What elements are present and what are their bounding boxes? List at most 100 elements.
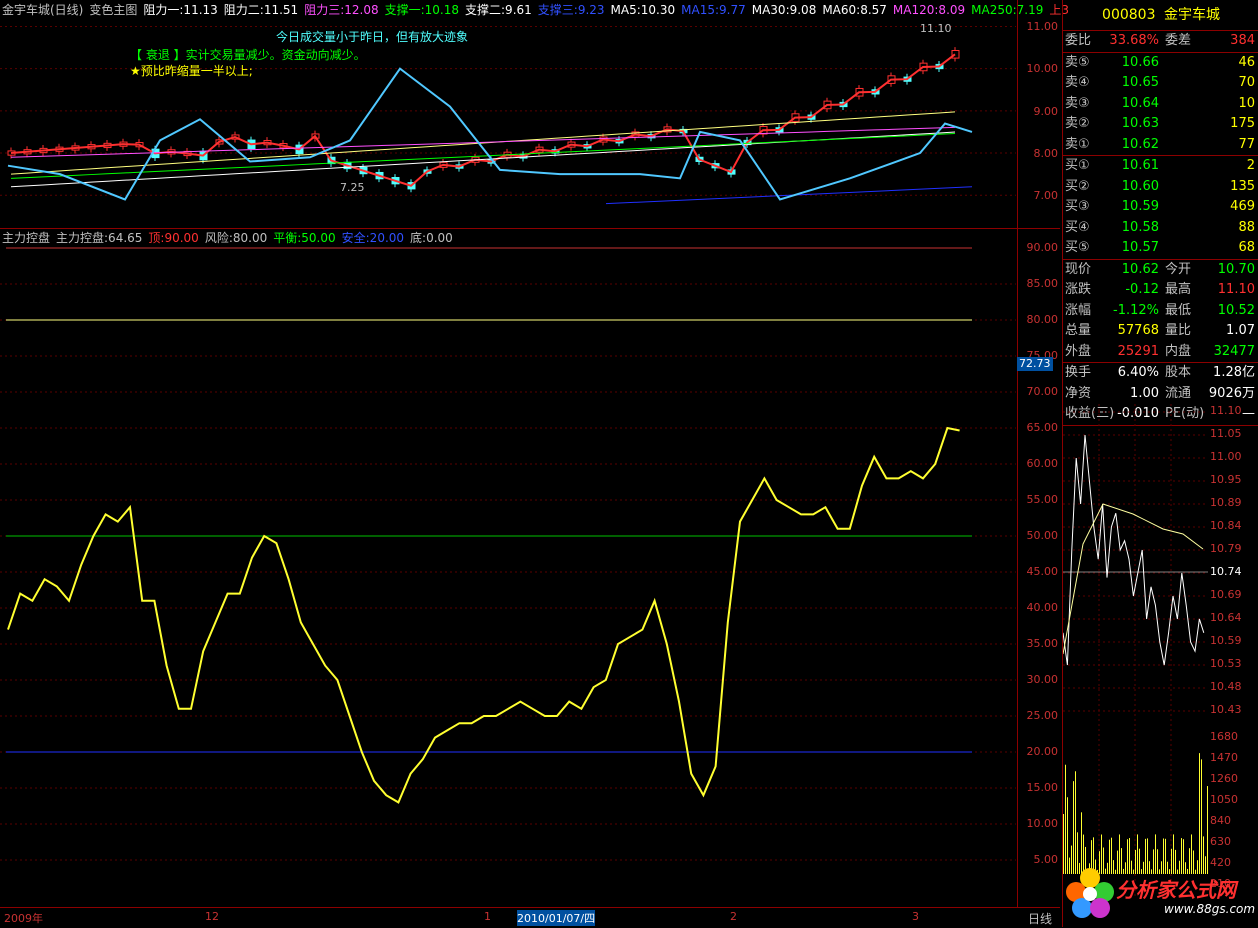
sub-indicator-chart[interactable] <box>0 240 1016 905</box>
main-y-tick: 11.00 <box>1026 20 1059 33</box>
ask-row: 卖⑤ 10.66 46 <box>1063 53 1258 74</box>
ask-row: 卖③ 10.64 10 <box>1063 94 1258 115</box>
stat-label: 换手 <box>1065 365 1092 380</box>
date-axis: 2009年 12 1 2010/01/07/四 2 3 <box>0 907 1060 928</box>
ask-volume: 175 <box>1230 116 1255 131</box>
sub-y-tick: 85.00 <box>1026 277 1059 290</box>
stat-row: 外盘 25291 内盘 32477 <box>1063 342 1258 363</box>
ask-label: 卖② <box>1065 116 1090 131</box>
watermark-url: www.88gs.com <box>1164 902 1256 916</box>
stat-label: 最高 <box>1165 282 1192 297</box>
mini-price-axis: 11.10 11.05 11.00 10.95 10.89 10.84 10.79 10.74… <box>1208 404 1258 734</box>
bid-volume: 135 <box>1230 178 1255 194</box>
sub-y-tick: 90.00 <box>1026 241 1059 254</box>
watermark-title: 分析家公式网 <box>1116 878 1236 902</box>
mini-price-tick: 10.53 <box>1210 657 1242 670</box>
main-y-tick: 8.00 <box>1033 147 1059 160</box>
weicha-label: 委差 <box>1165 33 1192 48</box>
main-indicator-11: MA60:8.57 <box>822 3 887 17</box>
stat-label: 最低 <box>1165 302 1192 318</box>
stat-row: 涨跌 -0.12 最高 11.10 <box>1063 280 1258 301</box>
ask-price: 10.63 <box>1121 116 1159 131</box>
mini-vol-tick: 1050 <box>1210 793 1238 806</box>
stat-label: 总量 <box>1065 323 1092 338</box>
bid-volume: 68 <box>1238 240 1255 255</box>
main-indicator-9: MA15:9.77 <box>681 3 746 17</box>
ask-label: 卖① <box>1065 136 1090 152</box>
bid-label: 买⑤ <box>1065 240 1090 255</box>
flower-logo-icon <box>1066 868 1114 918</box>
sub-y-axis: 90.00 85.00 80.00 75.00 70.00 65.00 60.00 55.00… <box>1017 230 1062 907</box>
volume-bar <box>1199 753 1200 874</box>
bid-row: 买② 10.60 135 <box>1063 177 1258 198</box>
mini-vol-tick: 1260 <box>1210 772 1238 785</box>
stat-value: 10.52 <box>1217 302 1255 318</box>
volume-bar <box>1201 759 1202 874</box>
ask-price: 10.64 <box>1121 95 1159 111</box>
sub-y-tick: 25.00 <box>1026 709 1059 722</box>
oscillator-line <box>7 67 973 201</box>
stat-row: 换手 6.40% 股本 1.28亿 <box>1063 363 1258 384</box>
stat-value: 6.40% <box>1117 365 1159 380</box>
main-indicator-6: 支撑二:9.61 <box>465 3 532 17</box>
stat-value: 1.07 <box>1226 323 1255 338</box>
bid-row: 买① 10.61 2 <box>1063 156 1258 177</box>
sub-y-tick: 50.00 <box>1026 529 1059 542</box>
stat-row: 总量 57768 量比 1.07 <box>1063 321 1258 342</box>
webi-value: 33.68% <box>1109 33 1159 48</box>
ask-label: 卖④ <box>1065 75 1090 90</box>
annotation-line1: 今日成交量小于昨日，但有放大迹象 <box>276 30 469 44</box>
mini-price-tick: 10.48 <box>1210 680 1242 693</box>
bid-price: 10.61 <box>1121 158 1159 173</box>
main-indicator-7: 支撑三:9.23 <box>537 3 605 17</box>
stock-name: 金宇车城 <box>1163 7 1220 23</box>
sub-y-tick: 70.00 <box>1026 385 1059 398</box>
mini-vol-tick: 1470 <box>1210 751 1238 764</box>
mini-vol-tick: 630 <box>1210 835 1231 848</box>
stat-value: 1.00 <box>1130 385 1159 401</box>
main-control-line <box>7 426 960 804</box>
main-y-axis: 11.00 10.00 9.00 8.00 7.00 <box>1017 0 1062 230</box>
ask-label: 卖⑤ <box>1065 54 1090 70</box>
main-y-tick: 9.00 <box>1033 105 1059 118</box>
sub-y-tick: 60.00 <box>1026 457 1059 470</box>
stat-value: 10.62 <box>1121 261 1159 277</box>
bid-label: 买② <box>1065 178 1090 194</box>
mini-price-tick: 10.84 <box>1210 519 1242 532</box>
mini-price-tick: 11.05 <box>1210 427 1242 440</box>
ma-line-yellow <box>10 111 956 175</box>
intraday-mini-chart[interactable] <box>1063 404 1208 904</box>
sub-y-tick: 5.00 <box>1033 853 1059 866</box>
stat-label: 流通 <box>1165 385 1192 401</box>
mini-price-tick: 11.10 <box>1210 404 1242 417</box>
ask-row: 卖④ 10.65 70 <box>1063 73 1258 94</box>
main-indicator-2: 阻力一:11.13 <box>143 3 218 17</box>
bid-price: 10.57 <box>1121 240 1159 255</box>
bid-price: 10.60 <box>1121 178 1159 194</box>
main-indicator-3: 阻力二:11.51 <box>223 3 299 17</box>
mini-price-tick: 10.69 <box>1210 588 1242 601</box>
bid-row: 买⑤ 10.57 68 <box>1063 238 1258 259</box>
stat-row: 现价 10.62 今开 10.70 <box>1063 260 1258 281</box>
stat-label: 内盘 <box>1165 343 1192 359</box>
sub-y-tick: 35.00 <box>1026 637 1059 650</box>
period-label[interactable]: 日线 <box>1028 910 1052 927</box>
sub-y-tick: 20.00 <box>1026 745 1059 758</box>
ask-volume: 77 <box>1238 136 1255 152</box>
ask-price: 10.62 <box>1121 136 1159 152</box>
stat-value: 9026万 <box>1208 385 1255 401</box>
stat-value: -0.12 <box>1125 282 1159 297</box>
mini-price-tick: 10.43 <box>1210 703 1242 716</box>
stat-label: 今开 <box>1165 261 1192 277</box>
date-label: 3 <box>912 910 919 923</box>
sub-y-tick: 65.00 <box>1026 421 1059 434</box>
bid-volume: 2 <box>1246 158 1255 173</box>
main-y-tick: 7.00 <box>1033 189 1059 202</box>
weicha-value: 384 <box>1230 33 1255 48</box>
ask-row: 卖① 10.62 77 <box>1063 135 1258 156</box>
stat-label: 涨幅 <box>1065 302 1092 318</box>
main-indicator-5: 支撑一:10.18 <box>384 3 460 17</box>
low-price-label: 7.25 <box>340 181 365 194</box>
stat-row: 涨幅 -1.12% 最低 10.52 <box>1063 301 1258 322</box>
volume-bar <box>1065 764 1066 874</box>
